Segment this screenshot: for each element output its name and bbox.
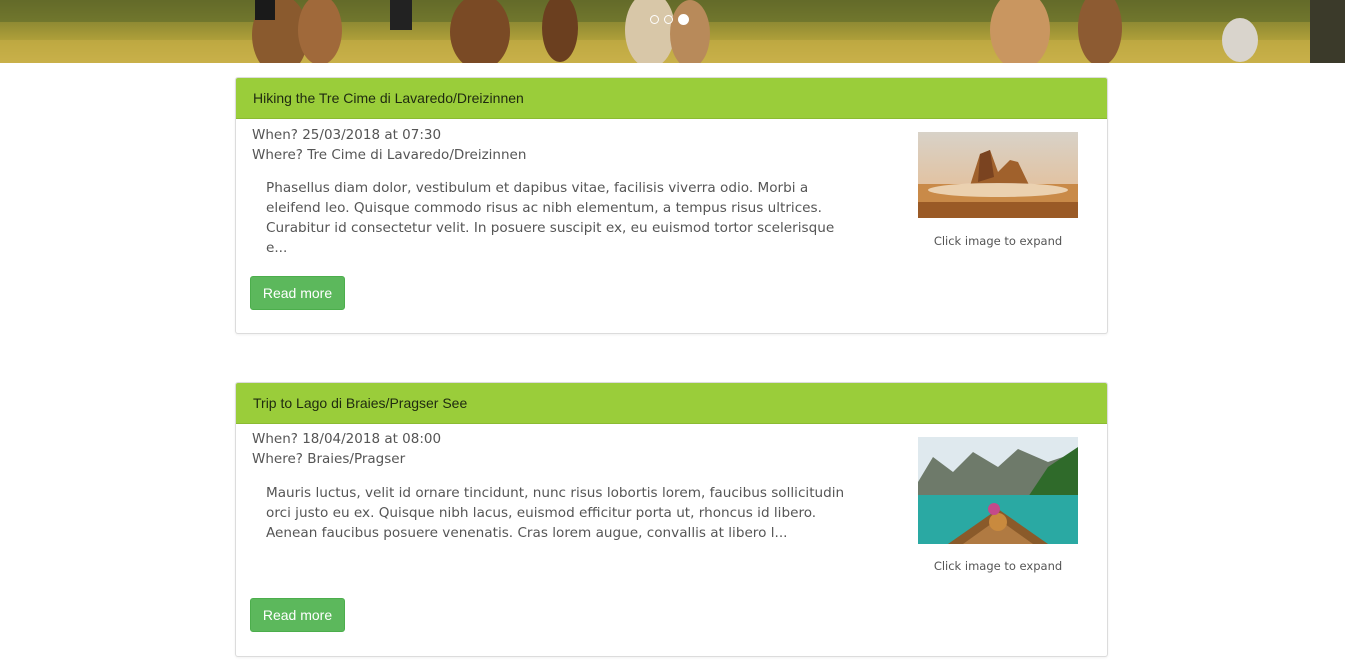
event-title: Hiking the Tre Cime di Lavaredo/Dreizinn… — [236, 78, 1107, 119]
event-title: Trip to Lago di Braies/Pragser See — [236, 383, 1107, 424]
event-when: When? 18/04/2018 at 08:00 — [252, 431, 442, 447]
event-where: Where? Tre Cime di Lavaredo/Dreizinnen — [252, 147, 527, 163]
mountains-photo — [918, 132, 1078, 218]
event-description: Mauris luctus, velit id ornare tincidunt… — [266, 485, 845, 541]
event-when: When? 25/03/2018 at 07:30 — [252, 127, 442, 143]
read-more-button[interactable]: Read more — [250, 276, 345, 310]
carousel-dot-3-active[interactable] — [678, 14, 689, 25]
event-card: Trip to Lago di Braies/Pragser See When?… — [235, 382, 1108, 657]
hero-carousel — [0, 0, 1345, 63]
image-caption: Click image to expand — [933, 234, 1063, 248]
horses-banner-image — [0, 0, 1345, 63]
event-where: Where? Braies/Pragser — [252, 451, 406, 467]
event-description: Phasellus diam dolor, vestibulum et dapi… — [266, 180, 835, 256]
event-image[interactable] — [918, 132, 1078, 218]
event-image[interactable] — [918, 437, 1078, 544]
event-card: Hiking the Tre Cime di Lavaredo/Dreizinn… — [235, 77, 1108, 334]
lake-boat-photo — [918, 437, 1078, 544]
read-more-button[interactable]: Read more — [250, 598, 345, 632]
carousel-dot-2[interactable] — [664, 15, 673, 24]
image-caption: Click image to expand — [933, 559, 1063, 573]
carousel-dot-1[interactable] — [650, 15, 659, 24]
carousel-indicators — [650, 14, 689, 25]
